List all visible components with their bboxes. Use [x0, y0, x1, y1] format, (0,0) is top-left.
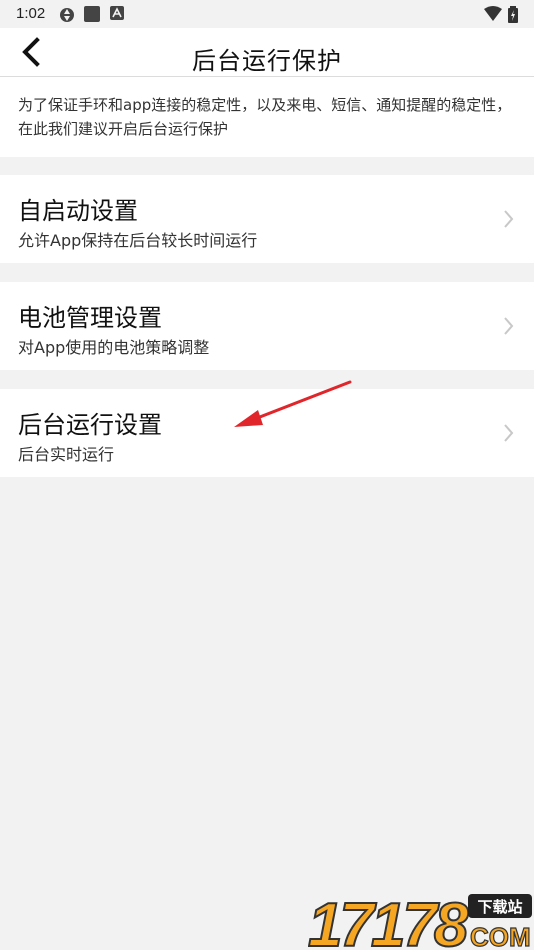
- app-header: 后台运行保护: [0, 28, 534, 77]
- row-subtitle: 允许App保持在后台较长时间运行: [18, 231, 258, 250]
- status-bar: 1:02: [0, 0, 534, 28]
- intro-panel: 为了保证手环和app连接的稳定性，以及来电、短信、通知提醒的稳定性，在此我们建议…: [0, 77, 534, 157]
- auto-start-settings-row[interactable]: 自启动设置 允许App保持在后台较长时间运行: [0, 175, 534, 263]
- notification-square-icon: [84, 6, 100, 22]
- watermark-logo: 17178 下载站 COM: [308, 890, 532, 950]
- row-title: 自启动设置: [18, 197, 138, 225]
- watermark-tag: 下载站: [477, 898, 522, 916]
- wifi-icon: [484, 6, 502, 21]
- row-subtitle: 后台实时运行: [18, 445, 115, 464]
- page-title: 后台运行保护: [192, 47, 342, 75]
- row-title: 电池管理设置: [18, 304, 162, 332]
- watermark-number: 17178: [308, 891, 469, 950]
- intro-text: 为了保证手环和app连接的稳定性，以及来电、短信、通知提醒的稳定性，在此我们建议…: [18, 96, 512, 138]
- row-subtitle: 对App使用的电池策略调整: [18, 338, 210, 357]
- app-a-icon: [110, 6, 124, 20]
- sync-icon: [60, 8, 74, 22]
- background-run-settings-row[interactable]: 后台运行设置 后台实时运行: [0, 389, 534, 477]
- battery-management-settings-row[interactable]: 电池管理设置 对App使用的电池策略调整: [0, 282, 534, 370]
- row-title: 后台运行设置: [18, 411, 162, 439]
- chevron-right-icon: [504, 424, 514, 442]
- status-time: 1:02: [16, 5, 46, 22]
- chevron-right-icon: [504, 317, 514, 335]
- battery-charging-icon: [508, 6, 518, 23]
- chevron-right-icon: [504, 210, 514, 228]
- watermark-domain: COM: [470, 922, 531, 950]
